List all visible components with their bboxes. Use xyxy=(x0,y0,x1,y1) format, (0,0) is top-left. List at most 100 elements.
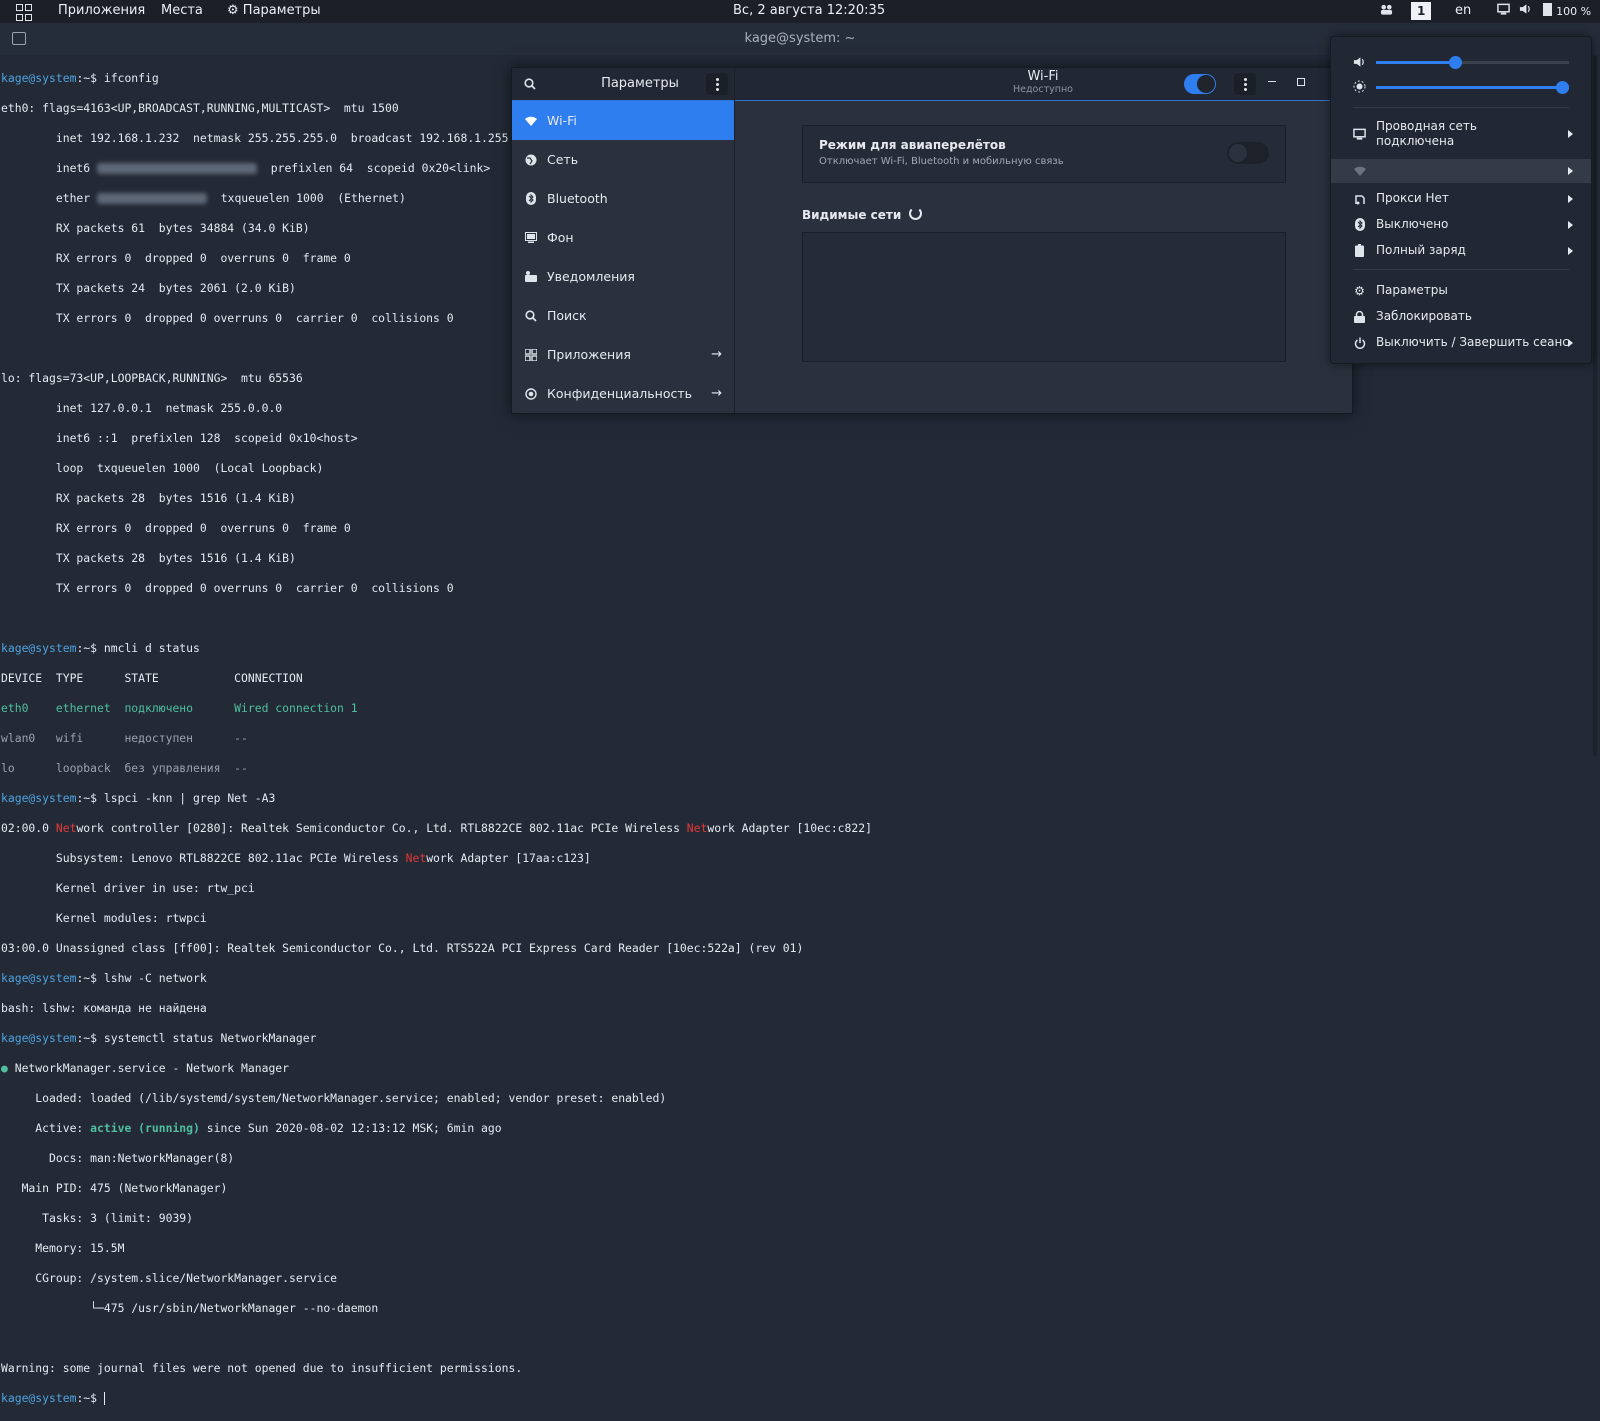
battery-item[interactable]: Полный заряд xyxy=(1331,241,1591,261)
terminal-line: kage@system:~$ systemctl status NetworkM… xyxy=(1,1031,1561,1046)
bluetooth-icon xyxy=(1353,218,1366,231)
wifi-toggle[interactable] xyxy=(1184,74,1216,94)
top-bar: Приложения Места ⚙ Параметры Вс, 2 авгус… xyxy=(0,0,1600,23)
chevron-right-icon xyxy=(1568,167,1573,175)
prompt-suffix: :~$ xyxy=(76,1031,98,1045)
proxy-icon xyxy=(1353,192,1366,205)
prompt-suffix: :~$ xyxy=(76,71,98,85)
proxy-item[interactable]: Прокси Нет xyxy=(1331,189,1591,209)
places-menu[interactable]: Места xyxy=(161,3,203,18)
minimize-button[interactable] xyxy=(1268,81,1276,82)
sidebar-item-label: Конфиденциальность xyxy=(547,386,693,401)
grep-match: Net xyxy=(55,821,77,835)
applications-menu[interactable]: Приложения xyxy=(58,3,145,18)
bluetooth-icon xyxy=(525,192,537,205)
gear-icon: ⚙ xyxy=(1354,283,1365,298)
workspace-indicator[interactable]: 1 xyxy=(1411,2,1432,20)
panel-subtitle: Недоступно xyxy=(1013,84,1073,95)
prompt-user: kage@system xyxy=(1,71,77,85)
system-menu: Проводная сеть подключена Прокси Нет Вык… xyxy=(1330,36,1592,364)
command: nmcli d status xyxy=(97,641,200,655)
power-label: Выключить / Завершить сеанс xyxy=(1376,335,1569,349)
sidebar-item-bluetooth[interactable]: Bluetooth xyxy=(512,179,734,218)
bluetooth-item[interactable]: Выключено xyxy=(1331,215,1591,235)
apps-icon xyxy=(525,348,537,361)
terminal-line: eth0 ethernet подключено Wired connectio… xyxy=(1,701,358,715)
chevron-right-icon xyxy=(1568,130,1573,138)
lock-icon xyxy=(1353,310,1366,323)
wifi-item-highlight[interactable] xyxy=(1331,159,1591,183)
brightness-slider-thumb[interactable] xyxy=(1556,81,1569,94)
maximize-button[interactable] xyxy=(1297,78,1305,86)
line-part: inet6 xyxy=(1,161,98,175)
activities-grid-icon[interactable] xyxy=(16,4,32,21)
privacy-icon xyxy=(525,387,537,400)
power-item[interactable]: Выключить / Завершить сеанс xyxy=(1331,333,1591,353)
terminal-line: 03:00.0 Unassigned class [ff00]: Realtek… xyxy=(1,941,804,955)
prompt-user: kage@system xyxy=(1,971,77,985)
airplane-mode-switch[interactable] xyxy=(1227,142,1269,164)
prompt-user: kage@system xyxy=(1,791,77,805)
sidebar-item-search[interactable]: Поиск xyxy=(512,296,734,335)
wifi-disabled-icon xyxy=(1353,164,1366,177)
battery-icon xyxy=(1543,3,1552,16)
terminal-line: Memory: 15.5M xyxy=(1,1241,125,1255)
settings-app-menu[interactable]: ⚙ Параметры xyxy=(227,3,321,18)
sidebar-item-notifications[interactable]: Уведомления xyxy=(512,257,734,296)
redacted-mac xyxy=(97,193,208,204)
settings-menu-button[interactable] xyxy=(706,73,728,95)
battery-icon xyxy=(1353,244,1366,257)
prompt-user: kage@system xyxy=(1,1031,77,1045)
line-part: Active: xyxy=(1,1121,91,1135)
airplane-mode-title: Режим для авиаперелётов xyxy=(819,138,1006,152)
terminal-line: Warning: some journal files were not ope… xyxy=(1,1361,523,1375)
wired-network-item[interactable]: Проводная сеть подключена xyxy=(1331,119,1591,151)
airplane-mode-row[interactable]: Режим для авиаперелётов Отключает Wi-Fi,… xyxy=(802,125,1286,183)
search-button[interactable] xyxy=(512,68,548,100)
proxy-label: Прокси Нет xyxy=(1376,191,1449,205)
users-icon[interactable] xyxy=(1380,3,1393,19)
sidebar-item-label: Bluetooth xyxy=(547,191,608,206)
settings-item[interactable]: ⚙ Параметры xyxy=(1331,281,1591,301)
prompt-suffix: :~$ xyxy=(76,791,98,805)
visible-networks-list[interactable] xyxy=(802,232,1286,362)
network-status-icon[interactable] xyxy=(1497,3,1510,19)
search-icon xyxy=(525,309,537,322)
brightness-slider[interactable] xyxy=(1376,81,1569,94)
line-part: work Adapter [10ec:c822] xyxy=(707,821,872,835)
terminal-line: RX packets 28 bytes 1516 (1.4 KiB) xyxy=(1,491,296,505)
lock-label: Заблокировать xyxy=(1376,309,1472,323)
prompt-user: kage@system xyxy=(1,1391,77,1405)
background-icon xyxy=(525,232,537,244)
terminal-scrollbar[interactable] xyxy=(1593,56,1597,756)
toggle-knob xyxy=(1197,75,1215,93)
terminal-line: Tasks: 3 (limit: 9039) xyxy=(1,1211,194,1225)
settings-sidebar: Wi-Fi Сеть Bluetooth Фон Уведомления Пои… xyxy=(512,101,734,413)
volume-icon[interactable] xyxy=(1519,3,1532,19)
lock-item[interactable]: Заблокировать xyxy=(1331,307,1591,327)
volume-slider-thumb[interactable] xyxy=(1449,56,1463,69)
terminal-line: TX errors 0 dropped 0 overruns 0 carrier… xyxy=(1,581,454,595)
spinner-icon xyxy=(909,207,923,220)
arrow-right-icon: → xyxy=(711,386,722,401)
sidebar-item-privacy[interactable]: Конфиденциальность → xyxy=(512,374,734,413)
sidebar-item-wifi[interactable]: Wi-Fi xyxy=(512,101,734,140)
chevron-right-icon xyxy=(1568,221,1573,229)
keyboard-layout[interactable]: en xyxy=(1455,3,1471,18)
sidebar-item-label: Поиск xyxy=(547,308,587,323)
sidebar-item-background[interactable]: Фон xyxy=(512,218,734,257)
sidebar-item-network[interactable]: Сеть xyxy=(512,140,734,179)
wired-network-icon xyxy=(1353,127,1366,140)
sidebar-item-apps[interactable]: Приложения → xyxy=(512,335,734,374)
battery-indicator[interactable]: 100 % xyxy=(1543,3,1591,19)
terminal-line: Kernel driver in use: rtw_pci xyxy=(1,881,255,895)
terminal-tab-icon[interactable] xyxy=(12,32,26,45)
line-part: work Adapter [17aa:c123] xyxy=(426,851,591,865)
wifi-menu-button[interactable] xyxy=(1234,73,1256,95)
terminal-line: Kernel modules: rtwpci xyxy=(1,911,207,925)
command: lspci -knn | grep Net -A3 xyxy=(97,791,276,805)
clock[interactable]: Вс, 2 августа 12:20:35 xyxy=(733,3,885,18)
volume-slider[interactable] xyxy=(1376,56,1569,69)
line-part: ether xyxy=(1,191,98,205)
command: systemctl status NetworkManager xyxy=(97,1031,317,1045)
